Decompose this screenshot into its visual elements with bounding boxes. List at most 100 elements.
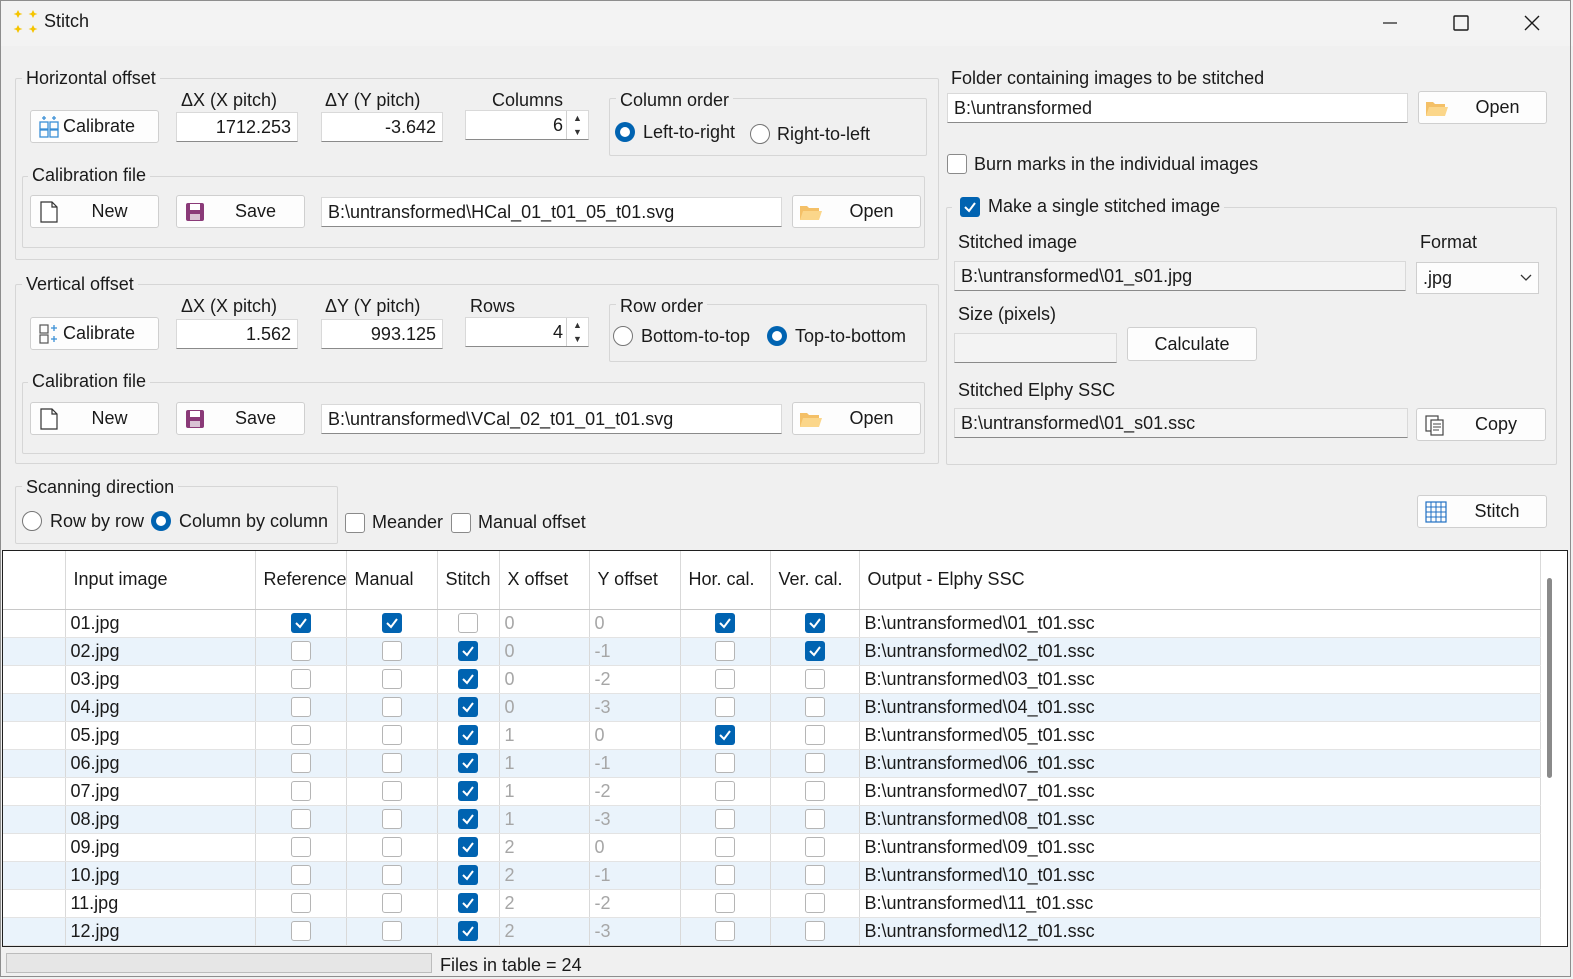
input-image-cell[interactable]: 11.jpg bbox=[65, 889, 256, 918]
spin-down-icon[interactable]: ▼ bbox=[567, 332, 588, 346]
table-row[interactable]: 12.jpg 2 -3 B:\untransformed\12_t01.ssc bbox=[3, 917, 1541, 946]
horizontal-dy-input[interactable]: -3.642 bbox=[321, 112, 443, 142]
reference-checkbox[interactable] bbox=[290, 865, 311, 885]
y-offset-cell[interactable]: -3 bbox=[589, 693, 681, 722]
meander-checkbox[interactable] bbox=[345, 513, 365, 533]
reference-checkbox[interactable] bbox=[290, 837, 311, 857]
x-offset-cell[interactable]: 0 bbox=[499, 609, 590, 638]
reference-checkbox[interactable] bbox=[290, 809, 311, 829]
table-row[interactable]: 08.jpg 1 -3 B:\untransformed\08_t01.ssc bbox=[3, 805, 1541, 834]
y-offset-cell[interactable]: -1 bbox=[589, 749, 681, 778]
stitched-image-input[interactable]: B:\untransformed\01_s01.jpg bbox=[954, 261, 1406, 291]
output-ssc-cell[interactable]: B:\untransformed\11_t01.ssc bbox=[859, 889, 1541, 918]
hor-cal-checkbox[interactable] bbox=[715, 669, 735, 689]
column-header-y-offset[interactable]: Y offset bbox=[589, 551, 681, 610]
row-header[interactable] bbox=[3, 721, 66, 750]
table-row[interactable]: 01.jpg 0 0 B:\untransformed\01_t01.ssc bbox=[3, 609, 1541, 638]
input-image-cell[interactable]: 12.jpg bbox=[65, 917, 256, 946]
table-row[interactable]: 03.jpg 0 -2 B:\untransformed\03_t01.ssc bbox=[3, 665, 1541, 694]
row-header[interactable] bbox=[3, 665, 66, 694]
stitch-checkbox[interactable] bbox=[458, 669, 478, 689]
ver-cal-checkbox[interactable] bbox=[804, 697, 825, 717]
row-header[interactable] bbox=[3, 861, 66, 890]
ver-cal-checkbox[interactable] bbox=[804, 809, 825, 829]
ver-cal-checkbox[interactable] bbox=[804, 669, 825, 689]
row-header[interactable] bbox=[3, 693, 66, 722]
format-select[interactable]: .jpg bbox=[1416, 262, 1539, 294]
x-offset-cell[interactable]: 2 bbox=[499, 833, 590, 862]
input-image-cell[interactable]: 05.jpg bbox=[65, 721, 256, 750]
input-image-cell[interactable]: 01.jpg bbox=[65, 609, 256, 638]
x-offset-cell[interactable]: 0 bbox=[499, 637, 590, 666]
x-offset-cell[interactable]: 2 bbox=[499, 917, 590, 946]
row-by-row-radio[interactable] bbox=[22, 511, 42, 531]
hor-cal-checkbox[interactable] bbox=[715, 641, 735, 661]
input-image-cell[interactable]: 06.jpg bbox=[65, 749, 256, 778]
output-ssc-cell[interactable]: B:\untransformed\09_t01.ssc bbox=[859, 833, 1541, 862]
hor-cal-checkbox[interactable] bbox=[715, 809, 735, 829]
y-offset-cell[interactable]: -3 bbox=[589, 805, 681, 834]
vertical-open-button[interactable]: Open bbox=[792, 402, 921, 435]
reference-checkbox[interactable] bbox=[290, 893, 311, 913]
stitch-checkbox[interactable] bbox=[458, 753, 478, 773]
ver-cal-checkbox[interactable] bbox=[804, 641, 825, 661]
row-header[interactable] bbox=[3, 749, 66, 778]
column-header-x-offset[interactable]: X offset bbox=[499, 551, 590, 610]
x-offset-cell[interactable]: 2 bbox=[499, 889, 590, 918]
manual-offset-checkbox[interactable] bbox=[451, 513, 471, 533]
hor-cal-checkbox[interactable] bbox=[715, 921, 735, 941]
bottom-to-top-radio[interactable] bbox=[613, 326, 633, 346]
stitch-checkbox[interactable] bbox=[458, 613, 478, 633]
column-header-index[interactable] bbox=[3, 551, 66, 610]
ver-cal-checkbox[interactable] bbox=[804, 865, 825, 885]
stitch-checkbox[interactable] bbox=[458, 725, 478, 745]
row-header[interactable] bbox=[3, 889, 66, 918]
hor-cal-checkbox[interactable] bbox=[715, 865, 735, 885]
hor-cal-checkbox[interactable] bbox=[715, 697, 735, 717]
table-row[interactable]: 09.jpg 2 0 B:\untransformed\09_t01.ssc bbox=[3, 833, 1541, 862]
output-ssc-cell[interactable]: B:\untransformed\06_t01.ssc bbox=[859, 749, 1541, 778]
hor-cal-checkbox[interactable] bbox=[715, 725, 735, 745]
table-row[interactable]: 04.jpg 0 -3 B:\untransformed\04_t01.ssc bbox=[3, 693, 1541, 722]
input-image-cell[interactable]: 08.jpg bbox=[65, 805, 256, 834]
vertical-dy-input[interactable]: 993.125 bbox=[321, 319, 443, 349]
calculate-button[interactable]: Calculate bbox=[1127, 327, 1257, 361]
vertical-calfile-input[interactable]: B:\untransformed\VCal_02_t01_01_t01.svg bbox=[321, 404, 782, 434]
minimize-button[interactable] bbox=[1355, 0, 1425, 46]
x-offset-cell[interactable]: 2 bbox=[499, 861, 590, 890]
manual-checkbox[interactable] bbox=[381, 697, 402, 717]
x-offset-cell[interactable]: 0 bbox=[499, 665, 590, 694]
y-offset-cell[interactable]: 0 bbox=[589, 609, 681, 638]
right-to-left-radio[interactable] bbox=[750, 124, 770, 144]
input-image-cell[interactable]: 03.jpg bbox=[65, 665, 256, 694]
vertical-dx-input[interactable]: 1.562 bbox=[176, 319, 298, 349]
close-button[interactable] bbox=[1497, 0, 1567, 46]
column-header-output[interactable]: Output - Elphy SSC bbox=[859, 551, 1541, 610]
y-offset-cell[interactable]: -2 bbox=[589, 665, 681, 694]
ssc-input[interactable]: B:\untransformed\01_s01.ssc bbox=[954, 408, 1408, 438]
stitch-checkbox[interactable] bbox=[458, 781, 478, 801]
output-ssc-cell[interactable]: B:\untransformed\12_t01.ssc bbox=[859, 917, 1541, 946]
column-header-hor-cal[interactable]: Hor. cal. bbox=[680, 551, 771, 610]
y-offset-cell[interactable]: -2 bbox=[589, 777, 681, 806]
table-scrollbar[interactable] bbox=[1547, 578, 1552, 778]
columns-stepper[interactable]: 6 ▲ ▼ bbox=[465, 110, 589, 140]
folder-input[interactable]: B:\untransformed bbox=[947, 93, 1408, 123]
ver-cal-checkbox[interactable] bbox=[804, 921, 825, 941]
stitch-checkbox[interactable] bbox=[458, 641, 478, 661]
manual-checkbox[interactable] bbox=[381, 613, 402, 633]
copy-button[interactable]: Copy bbox=[1416, 408, 1546, 441]
row-header[interactable] bbox=[3, 833, 66, 862]
reference-checkbox[interactable] bbox=[290, 613, 311, 633]
spin-up-icon[interactable]: ▲ bbox=[567, 318, 588, 332]
table-row[interactable]: 10.jpg 2 -1 B:\untransformed\10_t01.ssc bbox=[3, 861, 1541, 890]
y-offset-cell[interactable]: 0 bbox=[589, 721, 681, 750]
column-header-ver-cal[interactable]: Ver. cal. bbox=[770, 551, 860, 610]
reference-checkbox[interactable] bbox=[290, 781, 311, 801]
reference-checkbox[interactable] bbox=[290, 725, 311, 745]
manual-checkbox[interactable] bbox=[381, 809, 402, 829]
horizontal-calibrate-button[interactable]: Calibrate bbox=[30, 110, 159, 143]
vertical-save-button[interactable]: Save bbox=[176, 402, 305, 435]
stitch-checkbox[interactable] bbox=[458, 921, 478, 941]
left-to-right-radio[interactable] bbox=[615, 122, 635, 142]
